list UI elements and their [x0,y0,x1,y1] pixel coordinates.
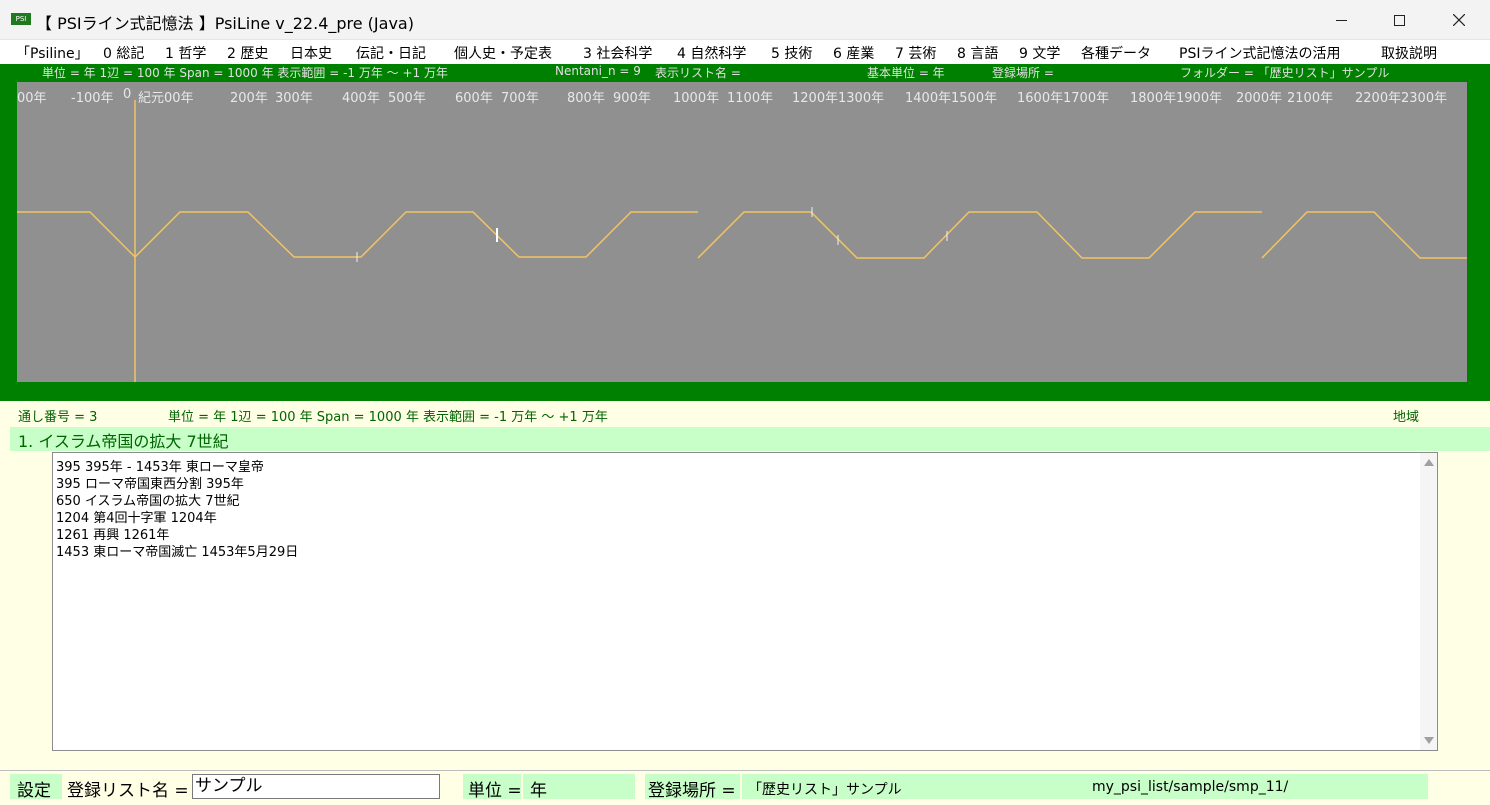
settings-button[interactable]: 設定 [17,776,51,801]
timeline-canvas[interactable]: 00年 -100年 0 紀元00年 200年 300年 400年 500年 60… [17,82,1467,382]
list-name-info: 表示リスト名 = [655,66,741,80]
menu-bar: 「Psiline」 0 総記 1 哲学 2 歴史 日本史 伝記・日記 個人史・予… [0,40,1490,64]
vertical-scrollbar[interactable] [1420,453,1437,750]
menu-industry[interactable]: 6 産業 [833,43,874,63]
nentani-info: Nentani_n = 9 [555,64,641,78]
app-icon: PSI [11,13,31,25]
minimize-button[interactable] [1312,0,1370,40]
scroll-down-icon[interactable] [1424,737,1434,744]
folder-info: フォルダー = 「歴史リスト」サンプル [1180,66,1390,80]
serial-number: 通し番号 = 3 [18,410,98,425]
menu-literature[interactable]: 9 文学 [1019,43,1060,63]
maximize-button[interactable] [1370,0,1428,40]
psi-line-segment [1261,211,1467,259]
entry-heading-bar: 1. イスラム帝国の拡大 7世紀 [10,427,1490,451]
menu-philosophy[interactable]: 1 哲学 [165,43,206,63]
entries-textarea[interactable]: 395 395年 - 1453年 東ローマ皇帝 395 ローマ帝国東西分割 39… [52,452,1438,751]
menu-general[interactable]: 0 総記 [103,43,144,63]
menu-japanese-history[interactable]: 日本史 [290,43,332,63]
scale-status: 単位 = 年 1辺 = 100 年 Span = 1000 年 表示範囲 = -… [168,410,608,425]
menu-data[interactable]: 各種データ [1081,43,1151,63]
list-name-input[interactable]: サンプル [192,774,440,799]
list-name-label: 登録リスト名 = [67,781,189,801]
menu-technology[interactable]: 5 技術 [771,43,812,63]
menu-social-science[interactable]: 3 社会科学 [583,43,652,63]
timeline-panel: 単位 = 年 1辺 = 100 年 Span = 1000 年 表示範囲 = -… [0,64,1490,401]
scroll-up-icon[interactable] [1424,459,1434,466]
maximize-icon [1393,14,1405,26]
menu-usage[interactable]: PSIライン式記憶法の活用 [1179,43,1340,63]
unit-value: 年 [530,781,547,801]
menu-biography[interactable]: 伝記・日記 [356,43,426,63]
location-path: my_psi_list/sample/smp_11/ [1092,779,1289,795]
menu-natural-science[interactable]: 4 自然科学 [677,43,746,63]
menu-art[interactable]: 7 芸術 [895,43,936,63]
region-label[interactable]: 地域 [1393,406,1419,425]
window-title: 【 PSIライン式記憶法 】PsiLine v_22.4_pre (Java) [36,14,414,33]
location-info: 登録場所 = [992,66,1054,80]
menu-language[interactable]: 8 言語 [957,43,998,63]
base-unit-info: 基本単位 = 年 [867,66,945,80]
scale-info: 単位 = 年 1辺 = 100 年 Span = 1000 年 表示範囲 = -… [42,66,448,80]
menu-personal-history[interactable]: 個人史・予定表 [454,43,552,63]
minimize-icon [1335,19,1347,21]
location-label: 登録場所 = [648,781,736,801]
psi-line-graphic [17,100,1467,382]
bottom-bar: 設定 登録リスト名 = サンプル 単位 = 年 登録場所 = 「歴史リスト」サン… [0,770,1490,805]
entry-line: 1453 東ローマ帝国滅亡 1453年5月29日 [56,545,299,560]
menu-psiline[interactable]: 「Psiline」 [16,43,89,63]
location-value: 「歴史リスト」サンプル [748,782,902,798]
menu-manual[interactable]: 取扱説明 [1381,43,1437,63]
detail-area: 通し番号 = 3 単位 = 年 1辺 = 100 年 Span = 1000 年… [0,401,1490,770]
close-icon [1453,14,1465,26]
entry-heading: 1. イスラム帝国の拡大 7世紀 [18,432,229,451]
close-button[interactable] [1430,0,1488,40]
psi-line-segment [17,211,698,259]
unit-label: 単位 = [468,781,522,801]
menu-history[interactable]: 2 歴史 [227,43,268,63]
psi-line-segment [697,211,1262,259]
title-bar: PSI 【 PSIライン式記憶法 】PsiLine v_22.4_pre (Ja… [0,0,1490,40]
